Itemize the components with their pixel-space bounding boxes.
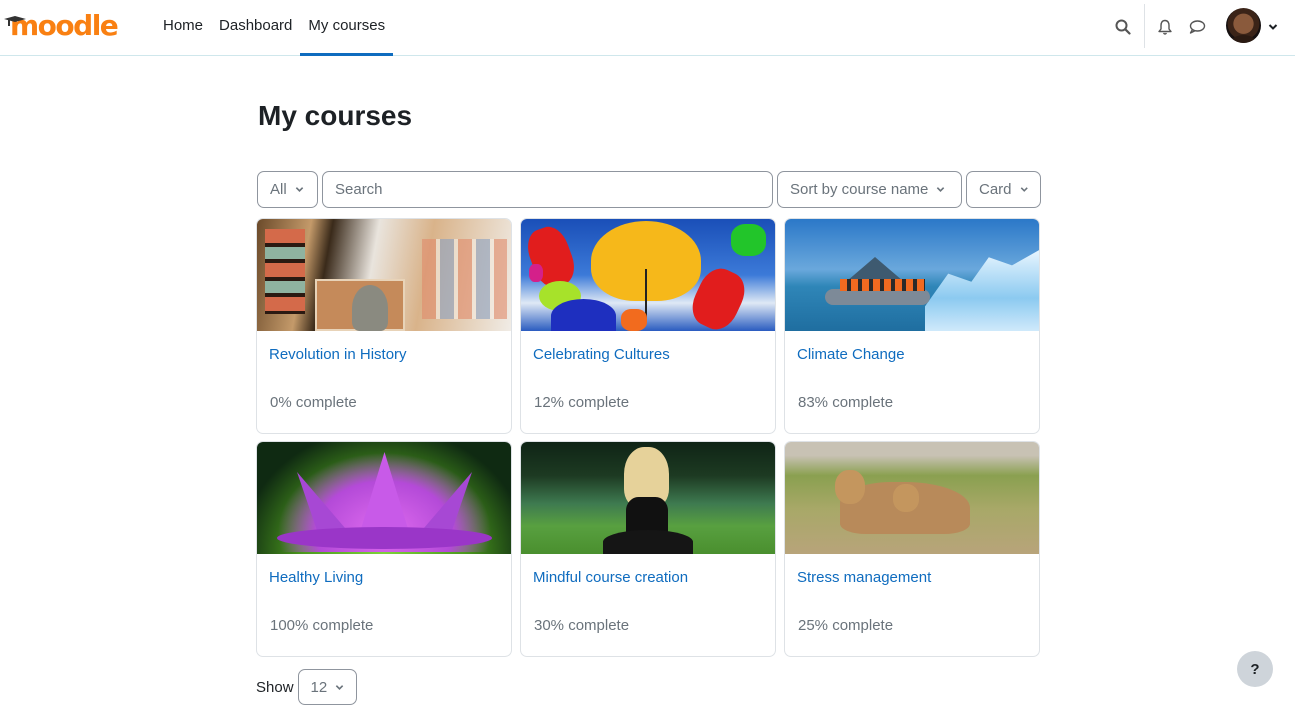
grouping-dropdown[interactable]: All [257,171,318,208]
search-input[interactable] [335,181,760,198]
avatar-shirt [1232,35,1255,43]
notifications-button[interactable] [1152,14,1178,40]
course-title-link[interactable]: Healthy Living [269,569,363,586]
course-title-link[interactable]: Celebrating Cultures [533,346,670,363]
course-card: Stress management 25% complete [784,441,1040,657]
graduation-cap-icon [4,16,26,26]
course-card: Mindful course creation 30% complete [520,441,776,657]
course-card: Revolution in History 0% complete [256,218,512,434]
search-icon [1115,19,1131,35]
show-label: Show [256,678,294,696]
question-mark-icon: ? [1250,660,1260,678]
course-image-umbrellas[interactable] [521,219,775,331]
moodle-logo[interactable]: moodle [4,8,119,44]
course-image-stamps[interactable] [257,219,511,331]
course-card: Celebrating Cultures 12% complete [520,218,776,434]
course-title-link[interactable]: Mindful course creation [533,569,688,586]
chevron-down-icon [295,187,303,192]
course-image-lotus[interactable] [257,442,511,554]
view-value: Card [979,181,1012,198]
course-progress: 83% complete [798,394,894,411]
bell-icon [1158,19,1172,35]
course-progress: 0% complete [270,394,357,411]
chevron-down-icon [335,684,344,690]
messages-button[interactable] [1184,14,1210,40]
course-card: Healthy Living 100% complete [256,441,512,657]
course-progress: 25% complete [798,617,894,634]
logo-text: moodle [10,9,119,42]
page-title: My courses [258,100,413,131]
chevron-down-icon [1268,24,1278,30]
course-card: Climate Change 83% complete [784,218,1040,434]
grouping-value: All [270,181,287,198]
course-progress: 30% complete [534,617,630,634]
user-menu-toggle[interactable] [1262,14,1284,40]
course-image-iceberg[interactable] [785,219,1039,331]
course-image-lionesses[interactable] [785,442,1039,554]
sort-dropdown[interactable]: Sort by course name [777,171,962,208]
per-page-value: 12 [310,678,328,696]
nav-my-courses[interactable]: My courses [300,0,393,56]
course-progress: 100% complete [270,617,374,634]
course-title-link[interactable]: Revolution in History [269,346,407,363]
chat-icon [1189,20,1206,34]
sort-value: Sort by course name [790,181,929,198]
course-title-link[interactable]: Stress management [797,569,931,586]
user-avatar[interactable] [1226,8,1261,43]
search-button[interactable] [1110,14,1136,40]
course-title-link[interactable]: Climate Change [797,346,905,363]
nav-home[interactable]: Home [155,0,211,56]
per-page-dropdown[interactable]: 12 [297,669,358,705]
primary-navigation: Home Dashboard My courses [155,0,393,56]
view-dropdown[interactable]: Card [966,171,1041,208]
search-field[interactable] [322,171,773,208]
nav-dashboard[interactable]: Dashboard [211,0,300,56]
top-navbar: moodle Home Dashboard My courses [0,0,1295,56]
course-progress: 12% complete [534,394,630,411]
pagination-controls: Show 12 [256,669,358,705]
navbar-divider [1144,4,1145,48]
course-image-meditation[interactable] [521,442,775,554]
chevron-down-icon [937,187,945,192]
chevron-down-icon [1020,187,1028,192]
help-button[interactable]: ? [1237,651,1273,687]
